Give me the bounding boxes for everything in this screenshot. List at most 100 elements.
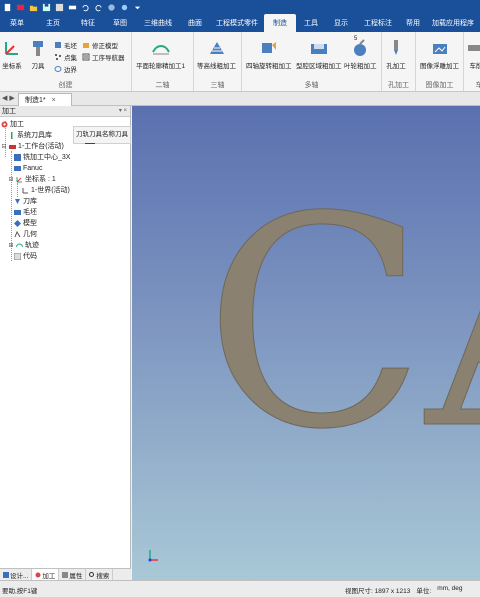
tree-node-model[interactable]: 模型 (14, 218, 37, 228)
contour-roughing-button[interactable]: 等高线粗加工 (197, 38, 236, 70)
open-icon[interactable] (29, 3, 38, 12)
point-set-button[interactable]: 点集 (54, 52, 77, 62)
tree-node-system-tool-library[interactable]: 系统刀具库 (8, 130, 52, 140)
planar-contour-finishing-button[interactable]: 平面轮廓精加工1 (136, 38, 185, 70)
tab-menu[interactable]: 菜单 (0, 14, 34, 32)
group-label-turning: 车 (464, 80, 480, 90)
image-relief-icon (430, 38, 450, 58)
expand-icon[interactable]: ⊞ (8, 242, 14, 249)
axis-triad (146, 544, 166, 564)
blank-button[interactable]: 毛坯 (54, 40, 77, 50)
coordinate-system-button[interactable]: 坐标系 (2, 38, 22, 70)
point-set-icon (54, 53, 62, 61)
tree-node-tool-magazine[interactable]: 刀库 (14, 196, 37, 206)
lathe-icon (466, 38, 480, 58)
tab-manufacturing[interactable]: 制造 (264, 14, 296, 32)
tool-icon (28, 38, 48, 58)
tool-magazine-icon (14, 198, 21, 205)
boundary-icon (54, 65, 62, 73)
tool-button[interactable]: 刀具 (28, 38, 48, 70)
tree-node-toolpath[interactable]: ⊞ 轨迹 (8, 240, 39, 250)
ribbon-group-turning: 车削 车 (464, 32, 480, 91)
tab-engineering-part[interactable]: 工程模式零件 (210, 14, 264, 32)
impeller-roughing-button[interactable]: 叶轮粗加工 (344, 38, 377, 70)
tab-sketch[interactable]: 草图 (104, 14, 136, 32)
contour-roughing-icon (207, 38, 227, 58)
settings-icon[interactable] (120, 3, 129, 12)
four-axis-rotary-roughing-button[interactable]: 四轴旋转粗加工 (246, 38, 292, 70)
status-help-text: 要助,按F1键 (2, 588, 38, 595)
tree-node-machining[interactable]: 加工 (1, 119, 24, 129)
3d-viewport[interactable]: CA (132, 106, 480, 580)
ribbon-group-create: 坐标系 刀具 毛坯 点集 边界 修正模型 工序导航器 创建 (0, 32, 132, 91)
tab-surface[interactable]: 曲面 (180, 14, 210, 32)
coordinate-icon (16, 176, 23, 183)
collapse-icon[interactable]: ⊟ (1, 143, 7, 150)
planar-contour-icon (151, 38, 171, 58)
engraved-text-model: CA (204, 156, 480, 494)
code-icon (14, 252, 21, 260)
correct-model-button[interactable]: 修正模型 (82, 40, 118, 50)
turning-button[interactable]: 车削 (466, 38, 480, 70)
number-badge: 5 (354, 36, 358, 42)
tree-node-code[interactable]: 代码 (14, 251, 37, 261)
viewport-size: 视图尺寸: 1897 x 1213 (345, 588, 411, 595)
save-icon[interactable] (42, 3, 51, 12)
tab-help[interactable]: 帮用 (400, 14, 426, 32)
group-label-create: 创建 (58, 82, 73, 89)
tree-node-machine[interactable]: 铣加工中心_3X (14, 152, 70, 162)
collapse-icon[interactable]: ⊟ (8, 176, 14, 183)
tree-node-controller[interactable]: Fanuc (14, 163, 42, 173)
process-navigator-button[interactable]: 工序导航器 (82, 52, 125, 62)
cavity-area-icon (309, 38, 329, 58)
tab-home[interactable]: 主页 (34, 14, 72, 32)
properties-icon (62, 572, 69, 578)
close-icon[interactable]: × (52, 97, 56, 104)
ribbon-group-three-axis: 等高线粗加工 三轴 (194, 32, 242, 91)
tab-feature[interactable]: 特征 (72, 14, 104, 32)
image-relief-button[interactable]: 图像浮雕加工 (420, 38, 459, 70)
tree-node-blank[interactable]: 毛坯 (14, 207, 37, 217)
world-icon (22, 187, 29, 194)
coordinate-system-icon (2, 38, 22, 58)
units-value[interactable]: mm, deg (437, 585, 462, 595)
panel-pin-close[interactable]: ▾ × (119, 107, 127, 114)
save-as-icon[interactable] (55, 3, 64, 12)
tree-tooltip: 刀轨刀具名称刀具 (73, 126, 131, 144)
boundary-button[interactable]: 边界 (54, 64, 77, 74)
document-tab-title: 制造1* (25, 97, 46, 104)
ribbon-tab-bar: 菜单 主页 特征 草图 三维曲线 曲面 工程模式零件 制造 工具 显示 工程标注… (0, 14, 480, 32)
hole-machining-button[interactable]: 孔加工 (386, 38, 406, 70)
quick-access-toolbar (0, 0, 480, 14)
model-text: CA (204, 156, 480, 493)
status-right: 视图尺寸: 1897 x 1213 单位: mm, deg (345, 585, 463, 595)
cavity-area-roughing-button[interactable]: 型腔区域粗加工 (296, 38, 342, 70)
new-file-icon[interactable] (3, 3, 12, 12)
dropdown-icon[interactable] (133, 3, 142, 12)
tab-tools[interactable]: 工具 (296, 14, 326, 32)
process-navigator-icon (82, 53, 90, 61)
tab-scroll-arrows[interactable]: ◀ ▶ (2, 94, 15, 102)
tab-display[interactable]: 显示 (326, 14, 356, 32)
drill-icon (386, 38, 406, 58)
machining-icon (35, 572, 41, 578)
document-tab-bar: ◀ ▶ 制造1* × (0, 92, 480, 106)
tab-addins[interactable]: 加载应用程序 (426, 14, 480, 32)
document-tab[interactable]: 制造1* × (18, 93, 72, 106)
gear-icon (1, 121, 8, 128)
print-icon[interactable] (68, 3, 77, 12)
undo-icon[interactable] (81, 3, 90, 12)
blank-icon (14, 209, 21, 216)
tab-3d-curve[interactable]: 三维曲线 (136, 14, 180, 32)
tree-node-world[interactable]: 1-世界(活动) (22, 185, 70, 195)
ribbon-group-image: 图像浮雕加工 图像加工 (416, 32, 464, 91)
mail-icon[interactable] (16, 3, 25, 12)
panel-title: 加工 (2, 108, 16, 115)
group-label-three-axis: 三轴 (210, 82, 225, 89)
tree-node-geometry[interactable]: 几何 (14, 229, 37, 239)
tree-node-workbench[interactable]: ⊟ 1-工作台(活动) (1, 141, 63, 151)
tree-node-coordinate-system[interactable]: ⊟ 坐标系 : 1 (8, 174, 55, 184)
tab-annotation[interactable]: 工程标注 (356, 14, 400, 32)
globe-icon[interactable] (107, 3, 116, 12)
redo-icon[interactable] (94, 3, 103, 12)
